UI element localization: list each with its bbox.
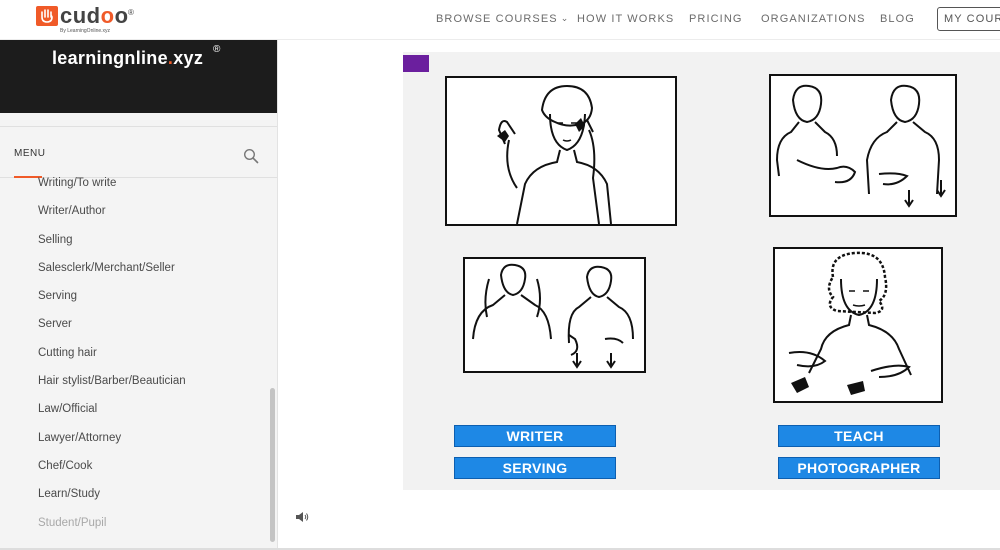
nav-how-it-works[interactable]: HOW IT WORKS: [577, 13, 674, 25]
cudoo-logo[interactable]: cudoo ® By LearningOnline.xyz: [36, 3, 136, 36]
lesson-menu-list: Writing/To write Writer/Author Selling S…: [0, 176, 268, 544]
menu-item-chef[interactable]: Chef/Cook: [0, 459, 268, 487]
lesson-content: WRITER SERVING TEACH PHOTOGRAPHER: [279, 40, 1000, 548]
nav-pricing[interactable]: PRICING: [689, 13, 743, 25]
sign-image-serving-sequence[interactable]: [463, 257, 646, 373]
menu-item-writing[interactable]: Writing/To write: [0, 176, 268, 204]
sign-image-writer[interactable]: [445, 76, 677, 226]
chevron-down-icon: ⌄: [560, 13, 570, 23]
brand-registered-mark: ®: [213, 44, 221, 55]
logo-registered-mark: ®: [128, 8, 134, 17]
sign-image-teach-sequence[interactable]: [769, 74, 957, 217]
nav-browse-courses[interactable]: BROWSE COURSES ⌄: [436, 13, 569, 25]
sidebar-scrollbar[interactable]: [270, 388, 275, 542]
top-navigation: cudoo ® By LearningOnline.xyz BROWSE COU…: [0, 0, 1000, 40]
menu-item-student[interactable]: Student/Pupil: [0, 516, 268, 544]
sidebar: learningnline.xyz ® MENU Writing/To writ…: [0, 40, 278, 548]
activity-marker: [403, 55, 429, 72]
menu-item-selling[interactable]: Selling: [0, 233, 268, 261]
menu-item-salesclerk[interactable]: Salesclerk/Merchant/Seller: [0, 261, 268, 289]
speaker-icon[interactable]: [295, 510, 309, 522]
menu-header: MENU: [0, 126, 277, 178]
answer-teach-button[interactable]: TEACH: [778, 425, 940, 447]
logo-tagline: By LearningOnline.xyz: [60, 28, 111, 34]
menu-item-writer[interactable]: Writer/Author: [0, 204, 268, 232]
menu-item-learn[interactable]: Learn/Study: [0, 487, 268, 515]
menu-item-law[interactable]: Law/Official: [0, 402, 268, 430]
menu-item-serving[interactable]: Serving: [0, 289, 268, 317]
nav-blog[interactable]: BLOG: [880, 13, 915, 25]
menu-item-lawyer[interactable]: Lawyer/Attorney: [0, 431, 268, 459]
sign-image-woman-teach[interactable]: [773, 247, 943, 403]
search-icon[interactable]: [243, 148, 259, 164]
nav-organizations[interactable]: ORGANIZATIONS: [761, 13, 866, 25]
learningonline-brand: learningnline.xyz: [52, 48, 204, 68]
logo-wordmark: cudoo: [60, 3, 129, 28]
answer-photographer-button[interactable]: PHOTOGRAPHER: [778, 457, 940, 479]
hand-logo-icon: [36, 6, 58, 26]
answer-serving-button[interactable]: SERVING: [454, 457, 616, 479]
answer-writer-button[interactable]: WRITER: [454, 425, 616, 447]
menu-item-server[interactable]: Server: [0, 317, 268, 345]
learningonline-banner: learningnline.xyz ®: [0, 40, 277, 113]
menu-item-hair-stylist[interactable]: Hair stylist/Barber/Beautician: [0, 374, 268, 402]
menu-label: MENU: [14, 148, 46, 159]
my-courses-button[interactable]: MY COURSES: [937, 7, 1000, 31]
quiz-stage: WRITER SERVING TEACH PHOTOGRAPHER: [403, 52, 1000, 490]
menu-item-cutting-hair[interactable]: Cutting hair: [0, 346, 268, 374]
